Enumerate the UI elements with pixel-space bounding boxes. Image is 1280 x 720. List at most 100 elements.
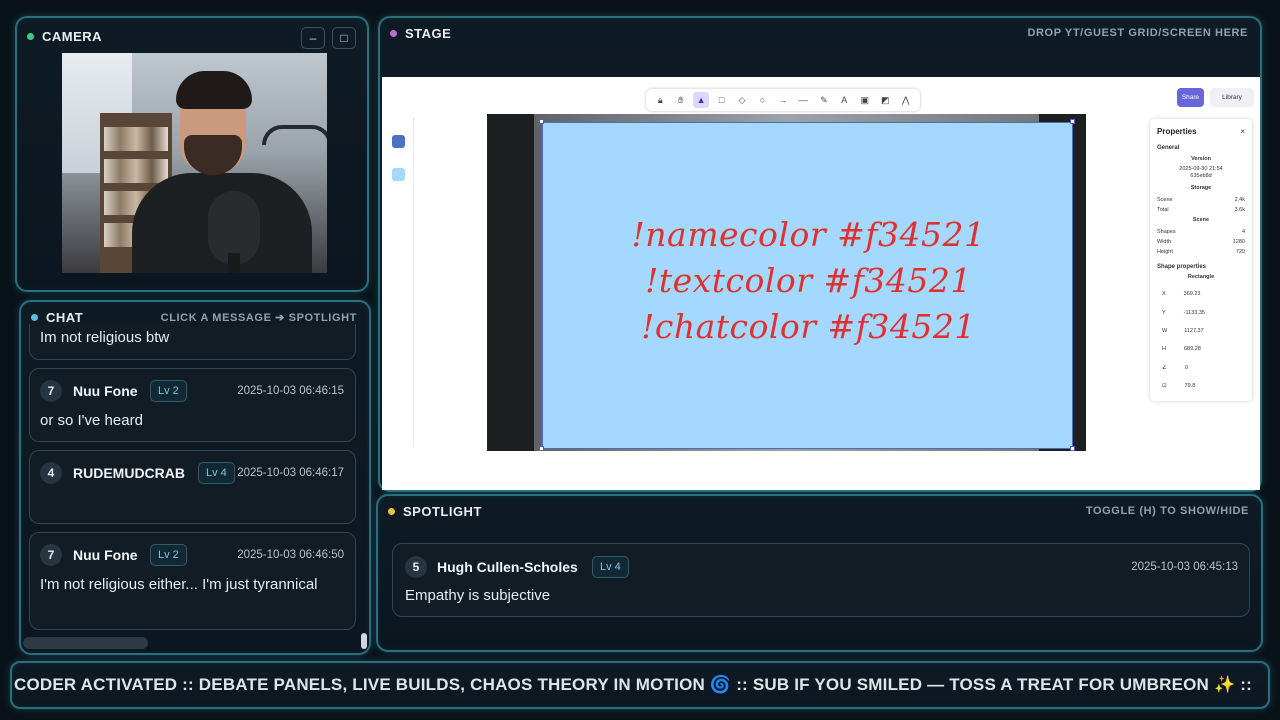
rank-badge: 7	[40, 380, 62, 402]
prop-row: Width 1280	[1157, 239, 1245, 245]
prop-y[interactable]: Y -1133.35	[1162, 310, 1245, 316]
chat-message[interactable]: 7 Nuu Fone Lv 2 2025-10-03 06:46:50 I'm …	[29, 532, 356, 630]
timestamp: 2025-10-03 06:46:15	[237, 385, 344, 397]
library-button[interactable]: Library	[1210, 88, 1254, 107]
resize-handle[interactable]	[1070, 446, 1075, 451]
diamond-icon[interactable]: ◇	[734, 92, 750, 108]
ticker-bar: CODER ACTIVATED :: DEBATE PANELS, LIVE B…	[10, 661, 1270, 709]
rank-badge: 5	[405, 556, 427, 578]
timestamp: 2025-10-03 06:46:17	[237, 467, 344, 479]
hand-icon[interactable]: ✋︎	[673, 92, 689, 108]
camera-panel: CAMERA – □	[15, 16, 369, 292]
horizontal-scrollbar[interactable]	[23, 637, 148, 649]
prop-angle[interactable]: ∠ 0	[1162, 365, 1245, 371]
version-value: 2025-09-30 21:54	[1179, 166, 1223, 172]
spotlight-title-label: SPOTLIGHT	[403, 504, 482, 519]
prop-h[interactable]: H 689.28	[1162, 346, 1245, 352]
status-dot	[27, 33, 34, 40]
prop-x[interactable]: X 369.23	[1162, 291, 1245, 297]
prop-row: Total 3.6k	[1157, 207, 1245, 213]
level-badge: Lv 4	[198, 462, 235, 484]
stage-hint: DROP YT/GUEST GRID/SCREEN HERE	[1027, 27, 1248, 39]
camera-title-label: CAMERA	[42, 29, 103, 44]
username: Hugh Cullen-Scholes	[437, 559, 578, 575]
resize-handle[interactable]	[1070, 119, 1075, 124]
command-text: !textcolor #f34521	[645, 261, 972, 300]
stage-title: STAGE	[390, 26, 451, 41]
chat-message[interactable]: 7 Nuu Fone Lv 2 2025-10-03 06:46:15 or s…	[29, 368, 356, 442]
prop-row: Scene 2.4k	[1157, 197, 1245, 203]
person-beard	[184, 135, 242, 175]
timestamp: 2025-10-03 06:45:13	[1131, 561, 1238, 573]
selected-rectangle[interactable]: !namecolor #f34521 !textcolor #f34521 !c…	[542, 122, 1073, 449]
lock-icon[interactable]: 🔒︎	[652, 92, 668, 108]
stage-panel: STAGE DROP YT/GUEST GRID/SCREEN HERE 🔒︎ …	[378, 16, 1262, 492]
level-badge: Lv 2	[150, 380, 187, 402]
line-icon[interactable]: —	[795, 92, 811, 108]
status-dot	[388, 508, 395, 515]
spotlight-message[interactable]: 5 Hugh Cullen-Scholes Lv 4 2025-10-03 06…	[392, 543, 1250, 617]
chat-panel: CHAT CLICK A MESSAGE ➔ SPOTLIGHT Im not …	[19, 300, 371, 655]
stage-title-label: STAGE	[405, 26, 452, 41]
chat-title-label: CHAT	[46, 310, 84, 325]
person-hair	[176, 71, 252, 109]
shapes-more-icon[interactable]: ⋀	[898, 92, 914, 108]
close-icon[interactable]: ×	[1240, 127, 1245, 136]
eraser-icon[interactable]: ◩	[877, 92, 893, 108]
text-icon[interactable]: A	[836, 92, 852, 108]
rank-badge: 4	[40, 462, 62, 484]
whiteboard-canvas[interactable]: 🔒︎ ✋︎ ▲ □ ◇ ○ → — ✎ A ▣ ◩ ⋀ Share Librar…	[382, 77, 1260, 490]
username: Nuu Fone	[73, 547, 138, 563]
section-general: General	[1157, 145, 1180, 151]
resize-handle[interactable]	[539, 446, 544, 451]
maximize-button[interactable]: □	[332, 27, 356, 49]
properties-panel: Properties × General Version 2025-09-30 …	[1150, 119, 1252, 401]
shape-props-label: Shape properties	[1157, 264, 1207, 270]
status-dot	[390, 30, 397, 37]
prop-row: Height 720	[1157, 249, 1245, 255]
prop-row: Shapes 4	[1157, 229, 1245, 235]
message-text: I'm not religious either... I'm just tyr…	[40, 576, 318, 593]
command-text: !chatcolor #f34521	[641, 307, 976, 346]
chat-message[interactable]: Im not religious btw	[29, 324, 356, 360]
drawing-toolbar: 🔒︎ ✋︎ ▲ □ ◇ ○ → — ✎ A ▣ ◩ ⋀	[646, 89, 920, 111]
level-badge: Lv 2	[150, 544, 187, 566]
command-text: !namecolor #f34521	[631, 215, 986, 254]
select-icon[interactable]: ▲	[693, 92, 710, 108]
color-swatch-stroke[interactable]	[392, 135, 405, 148]
share-button[interactable]: Share	[1177, 88, 1204, 107]
message-text: Empathy is subjective	[405, 587, 551, 604]
shape-type: Rectangle	[1187, 274, 1215, 280]
scene-label: Scene	[1192, 217, 1210, 223]
chair	[262, 125, 327, 145]
mic-stand	[228, 253, 240, 273]
version-label: Version	[1191, 156, 1211, 162]
pencil-icon[interactable]: ✎	[816, 92, 832, 108]
username: Nuu Fone	[73, 383, 138, 399]
chat-hint: CLICK A MESSAGE ➔ SPOTLIGHT	[160, 312, 357, 324]
timestamp: 2025-10-03 06:46:50	[237, 549, 344, 561]
ticker-text: CODER ACTIVATED :: DEBATE PANELS, LIVE B…	[14, 675, 1252, 694]
rectangle-icon[interactable]: □	[714, 92, 730, 108]
minimize-button[interactable]: –	[301, 27, 325, 49]
properties-title: Properties	[1157, 127, 1197, 136]
vertical-scrollbar[interactable]	[361, 633, 367, 649]
chat-title: CHAT	[31, 310, 83, 325]
status-dot	[31, 314, 38, 321]
version-hash: 635eb8d	[1190, 173, 1212, 179]
webcam-feed	[62, 53, 327, 273]
ellipse-icon[interactable]: ○	[754, 92, 770, 108]
style-sidebar	[390, 117, 414, 447]
resize-handle[interactable]	[539, 119, 544, 124]
spotlight-panel: SPOTLIGHT TOGGLE (H) TO SHOW/HIDE 5 Hugh…	[376, 494, 1263, 652]
message-text: or so I've heard	[40, 412, 143, 429]
message-text: Im not religious btw	[40, 329, 170, 346]
level-badge: Lv 4	[592, 556, 629, 578]
color-swatch-fill[interactable]	[392, 168, 405, 181]
chat-message[interactable]: 4 RUDEMUDCRAB Lv 4 2025-10-03 06:46:17	[29, 450, 356, 524]
image-icon[interactable]: ▣	[857, 92, 873, 108]
rank-badge: 7	[40, 544, 62, 566]
prop-w[interactable]: W 1127.37	[1162, 328, 1245, 334]
arrow-icon[interactable]: →	[775, 92, 791, 108]
prop-opacity[interactable]: ⊡ 79.8	[1162, 383, 1245, 389]
